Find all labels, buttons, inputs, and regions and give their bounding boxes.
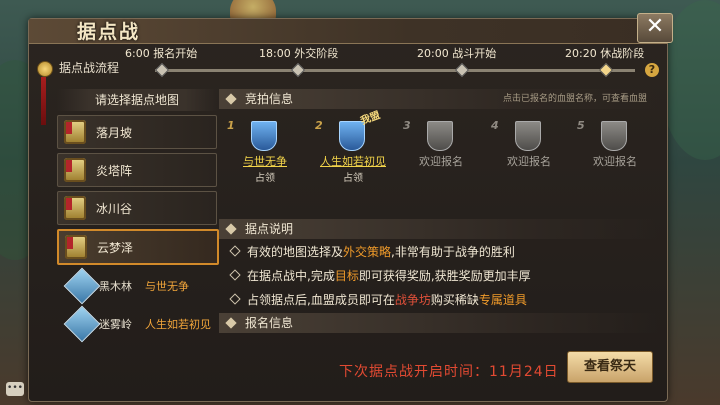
slot-number: 4 <box>491 119 499 132</box>
rule-text: 有效的地图选择及 <box>247 245 344 259</box>
slot-status: 占领 <box>255 173 275 184</box>
auction-hint: 点击已报名的血盟名称，可查看血盟 <box>502 94 647 104</box>
slot-number: 3 <box>403 119 411 132</box>
map-name: 云梦泽 <box>97 241 134 255</box>
rule-text: 占领据点后,血盟成员即可在 <box>247 293 395 307</box>
map-name: 冰川谷 <box>96 202 133 216</box>
bid-slot-1[interactable]: 1 与世无争 占领 <box>225 117 305 187</box>
guild-name-link[interactable]: 与世无争 <box>225 153 305 169</box>
auction-header-text: 竞拍信息 <box>245 92 294 106</box>
slot-number: 1 <box>227 119 235 132</box>
stronghold-crystal-icon <box>63 267 101 305</box>
signup-header-text: 报名信息 <box>245 316 294 330</box>
rule-highlight: 战争坊 <box>394 293 431 307</box>
close-icon[interactable]: ✕ <box>646 14 664 39</box>
map-item-yantazhen[interactable]: 炎塔阵 <box>57 153 217 187</box>
stronghold-icon <box>64 120 86 144</box>
rule-line-3: 占领据点后,血盟成员即可在战争坊购买稀缺专属道具 <box>229 291 527 308</box>
empty-shield-icon <box>427 121 453 151</box>
map-list: 请选择据点地图 落月坡 炎塔阵 冰川谷 云梦泽 黑木林 与世无争 迷雾岭 人生如… <box>57 89 219 389</box>
sub-stronghold-name: 黑木林 <box>99 280 132 293</box>
sub-stronghold-owner: 人生如若初见 <box>145 318 211 331</box>
rule-line-1: 有效的地图选择及外交策略,非常有助于战争的胜利 <box>229 243 515 260</box>
map-item-bingchuangu[interactable]: 冰川谷 <box>57 191 217 225</box>
stronghold-crystal-icon <box>63 305 101 343</box>
guild-name-link[interactable]: 人生如若初见 <box>313 153 393 169</box>
signup-section-header: 报名信息 <box>219 313 659 333</box>
rule-highlight: 专属道具 <box>478 293 527 307</box>
stage-label: 20:00 战斗开始 <box>417 47 497 60</box>
diamond-icon <box>225 93 237 105</box>
auction-section-header: 竞拍信息 点击已报名的血盟名称，可查看血盟 <box>219 89 659 109</box>
empty-shield-icon <box>515 121 541 151</box>
map-item-yunmengze[interactable]: 云梦泽 <box>57 229 219 265</box>
close-button[interactable]: ✕ <box>637 13 673 43</box>
slot-number: 5 <box>577 119 585 132</box>
rule-text: 在据点战中,完成 <box>247 269 335 283</box>
window-title: 据点战 <box>77 21 141 43</box>
rule-line-2: 在据点战中,完成目标即可获得奖励,获胜奖励更加丰厚 <box>229 267 531 284</box>
help-icon[interactable]: ? <box>645 63 659 77</box>
map-name: 炎塔阵 <box>96 164 133 178</box>
empty-shield-icon <box>601 121 627 151</box>
tassel-ornament <box>41 77 46 125</box>
stage-node-active <box>598 62 614 78</box>
sub-stronghold-miwuling[interactable]: 迷雾岭 人生如若初见 <box>57 305 217 343</box>
rule-text: 即可获得奖励,获胜奖励更加丰厚 <box>358 269 531 283</box>
bullet-icon <box>229 293 241 305</box>
stage-label: 20:20 休战阶段 <box>565 47 645 60</box>
flag-icon <box>66 122 72 134</box>
flag-icon <box>66 198 72 210</box>
guild-shield-icon <box>251 121 277 151</box>
guild-shield-icon <box>339 121 365 151</box>
sub-stronghold-owner: 与世无争 <box>145 280 189 293</box>
empty-slot-label: 欢迎报名 <box>593 155 637 168</box>
bullet-icon <box>229 269 241 281</box>
flag-icon <box>67 237 73 249</box>
bid-slot-4[interactable]: 4 欢迎报名 <box>489 117 569 187</box>
detail-area: 竞拍信息 点击已报名的血盟名称，可查看血盟 1 与世无争 占领 2 我盟 人生如… <box>219 89 659 389</box>
diamond-icon <box>225 317 237 329</box>
map-list-header: 请选择据点地图 <box>57 89 217 111</box>
next-war-time: 下次据点战开启时间：11月24日 <box>339 364 559 380</box>
slot-status: 占领 <box>343 173 363 184</box>
map-item-luoyuepo[interactable]: 落月坡 <box>57 115 217 149</box>
stage-timeline: 6:00 报名开始 18:00 外交阶段 20:00 战斗开始 20:20 休战… <box>125 47 644 78</box>
slot-number: 2 <box>315 119 323 132</box>
bid-slot-3[interactable]: 3 欢迎报名 <box>401 117 481 187</box>
flag-icon <box>66 160 72 172</box>
rule-text: 购买稀缺 <box>430 293 479 307</box>
rule-highlight: 目标 <box>334 269 359 283</box>
sub-stronghold-heimulin[interactable]: 黑木林 与世无争 <box>57 267 217 305</box>
rules-section-header: 据点说明 <box>219 219 659 239</box>
bid-slot-2[interactable]: 2 我盟 人生如若初见 占领 <box>313 110 393 187</box>
map-name: 落月坡 <box>96 126 133 140</box>
stronghold-war-panel: 据点战 ✕ 据点战流程 6:00 报名开始 18:00 外交阶段 20:00 战… <box>28 13 673 402</box>
stage-label: 18:00 外交阶段 <box>259 47 339 60</box>
diamond-icon <box>225 223 237 235</box>
stage-node <box>154 62 170 78</box>
sub-stronghold-name: 迷雾岭 <box>99 318 132 331</box>
stronghold-icon <box>64 158 86 182</box>
stage-label: 6:00 报名开始 <box>125 47 198 60</box>
rule-highlight: 外交策略 <box>343 245 392 259</box>
bid-slot-5[interactable]: 5 欢迎报名 <box>575 117 655 187</box>
view-sacrifice-button[interactable]: 查看祭天 <box>567 351 653 383</box>
stage-node <box>454 62 470 78</box>
stronghold-icon <box>65 235 87 259</box>
empty-slot-label: 欢迎报名 <box>419 155 463 168</box>
chat-icon[interactable]: ••• <box>6 382 24 396</box>
bullet-icon <box>229 245 241 257</box>
title-bar: 据点战 ✕ <box>29 13 673 44</box>
rules-header-text: 据点说明 <box>245 222 294 236</box>
stage-node <box>290 62 306 78</box>
flow-label: 据点战流程 <box>59 61 120 75</box>
stronghold-icon <box>64 196 86 220</box>
empty-slot-label: 欢迎报名 <box>507 155 551 168</box>
coin-ornament-icon <box>37 61 53 77</box>
rule-text: ,非常有助于战争的胜利 <box>391 245 515 259</box>
